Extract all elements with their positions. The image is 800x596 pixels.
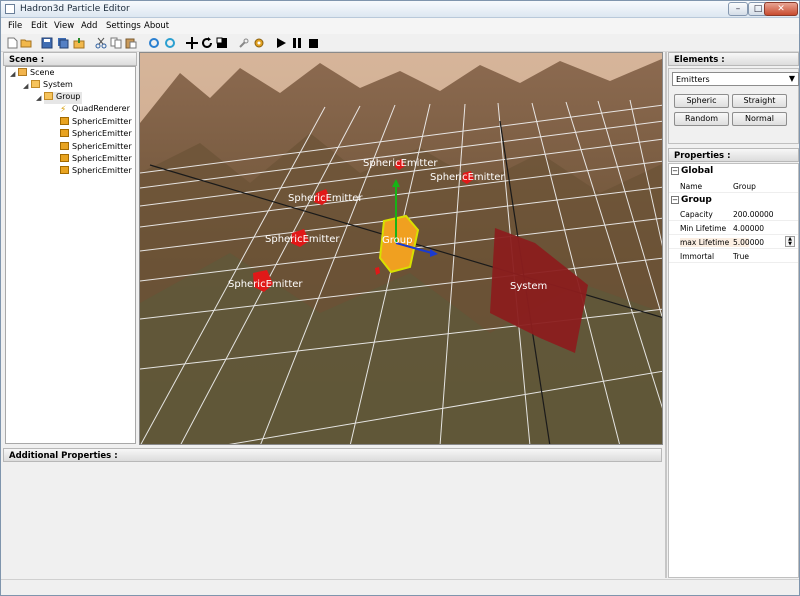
tree-item-emitter[interactable]: SphericEmitter — [60, 154, 132, 166]
emitter-label: SphericEmitter — [363, 158, 438, 169]
folder-icon — [31, 80, 40, 88]
random-button[interactable]: Random — [674, 112, 729, 126]
spheric-button[interactable]: Spheric — [674, 94, 729, 108]
property-row-immortal[interactable]: Immortal True — [669, 249, 798, 263]
tree-item-quadrenderer[interactable]: ⚡ QuadRenderer — [60, 104, 130, 116]
toolbar — [1, 34, 799, 52]
additional-properties-panel — [3, 462, 664, 578]
window-title: Hadron3d Particle Editor — [20, 4, 130, 14]
paste-icon[interactable] — [125, 37, 137, 49]
menu-settings[interactable]: Settings — [106, 21, 141, 31]
title-bar: Hadron3d Particle Editor – □ ✕ — [1, 1, 799, 18]
wrench-icon[interactable] — [238, 37, 250, 49]
spinner-icon[interactable]: ▲ ▼ — [785, 236, 795, 247]
tree-item-emitter[interactable]: SphericEmitter — [60, 166, 132, 178]
scene-panel-header: Scene : — [3, 52, 137, 66]
tree-item-emitter[interactable]: SphericEmitter — [60, 142, 132, 154]
normal-button[interactable]: Normal — [732, 112, 787, 126]
tree-item-scene[interactable]: Scene — [18, 68, 54, 80]
element-type-select[interactable]: Emitters ▼ — [672, 72, 799, 86]
element-type-value: Emitters — [676, 75, 710, 84]
rotate-icon[interactable] — [201, 37, 213, 49]
menu-add[interactable]: Add — [81, 21, 97, 31]
save-icon[interactable] — [41, 37, 53, 49]
property-row-capacity[interactable]: Capacity 200.00000 — [669, 207, 798, 221]
viewport-scene[interactable] — [140, 53, 663, 445]
open-folder-icon[interactable] — [20, 37, 32, 49]
menu-bar: File Edit View Add Settings About — [1, 18, 799, 34]
export-icon[interactable] — [73, 37, 85, 49]
expand-toggle-icon[interactable]: ◢ — [23, 82, 28, 90]
cube-icon — [60, 142, 69, 150]
emitter-label: SphericEmitter — [228, 279, 303, 290]
menu-about[interactable]: About — [144, 21, 169, 31]
menu-file[interactable]: File — [8, 21, 22, 31]
menu-view[interactable]: View — [54, 21, 74, 31]
collapse-icon[interactable]: − — [671, 196, 679, 204]
property-row-min-lifetime[interactable]: Min Lifetime 4.00000 — [669, 221, 798, 235]
additional-properties-header: Additional Properties : — [3, 448, 662, 462]
expand-toggle-icon[interactable]: ◢ — [10, 70, 15, 78]
folder-icon — [44, 92, 53, 100]
scene-tree[interactable]: ◢ Scene ◢ System ◢ Group ⚡ QuadRenderer S… — [5, 66, 136, 444]
elements-header: Elements : — [668, 52, 799, 66]
minimize-button[interactable]: – — [728, 2, 748, 16]
tree-item-emitter[interactable]: SphericEmitter — [60, 117, 132, 129]
group-label: Group — [382, 235, 413, 246]
splitter[interactable] — [665, 52, 667, 578]
emitter-label: SphericEmitter — [265, 234, 340, 245]
status-bar — [1, 579, 799, 595]
cube-icon — [60, 154, 69, 162]
close-button[interactable]: ✕ — [764, 2, 798, 16]
cube-icon — [60, 166, 69, 174]
copy-icon[interactable] — [110, 37, 122, 49]
expand-toggle-icon[interactable]: ◢ — [36, 94, 41, 102]
viewport-3d[interactable]: SphericEmitter SphericEmitter SphericEmi… — [139, 52, 663, 445]
scene-icon — [18, 68, 27, 76]
tree-item-system[interactable]: System — [31, 80, 73, 92]
property-row-max-lifetime[interactable]: max Lifetime 5.00000 ▲ ▼ — [669, 235, 798, 249]
properties-header: Properties : — [668, 148, 799, 162]
tree-item-emitter[interactable]: SphericEmitter — [60, 129, 132, 141]
app-icon — [5, 4, 15, 14]
app-window: Hadron3d Particle Editor – □ ✕ File Edit… — [0, 0, 800, 596]
move-icon[interactable] — [186, 37, 198, 49]
emitter-label: SphericEmitter — [288, 193, 363, 204]
save-all-icon[interactable] — [57, 37, 69, 49]
play-icon[interactable] — [275, 37, 287, 49]
system-label: System — [510, 281, 548, 292]
redo-icon[interactable] — [164, 37, 176, 49]
scale-icon[interactable] — [216, 37, 228, 49]
emitter-label: SphericEmitter — [430, 172, 505, 183]
collapse-icon[interactable]: − — [671, 167, 679, 175]
property-row-name[interactable]: Name Group — [669, 179, 798, 193]
new-file-icon[interactable] — [6, 37, 18, 49]
gear-icon[interactable] — [253, 37, 265, 49]
cube-icon — [60, 129, 69, 137]
tree-item-group[interactable]: Group — [44, 92, 83, 104]
properties-grid: − Global Name Group − Group Capacity 200.0… — [668, 163, 799, 578]
cut-icon[interactable] — [95, 37, 107, 49]
menu-edit[interactable]: Edit — [31, 21, 47, 31]
lightning-icon: ⚡ — [60, 105, 67, 115]
elements-panel: Emitters ▼ Spheric Straight Random Norma… — [668, 68, 799, 144]
global-group-header[interactable]: − Global — [669, 166, 798, 179]
undo-icon[interactable] — [148, 37, 160, 49]
cube-icon — [60, 117, 69, 125]
dropdown-arrow-icon: ▼ — [788, 74, 795, 83]
stop-icon[interactable] — [307, 37, 319, 49]
straight-button[interactable]: Straight — [732, 94, 787, 108]
pause-icon[interactable] — [291, 37, 303, 49]
